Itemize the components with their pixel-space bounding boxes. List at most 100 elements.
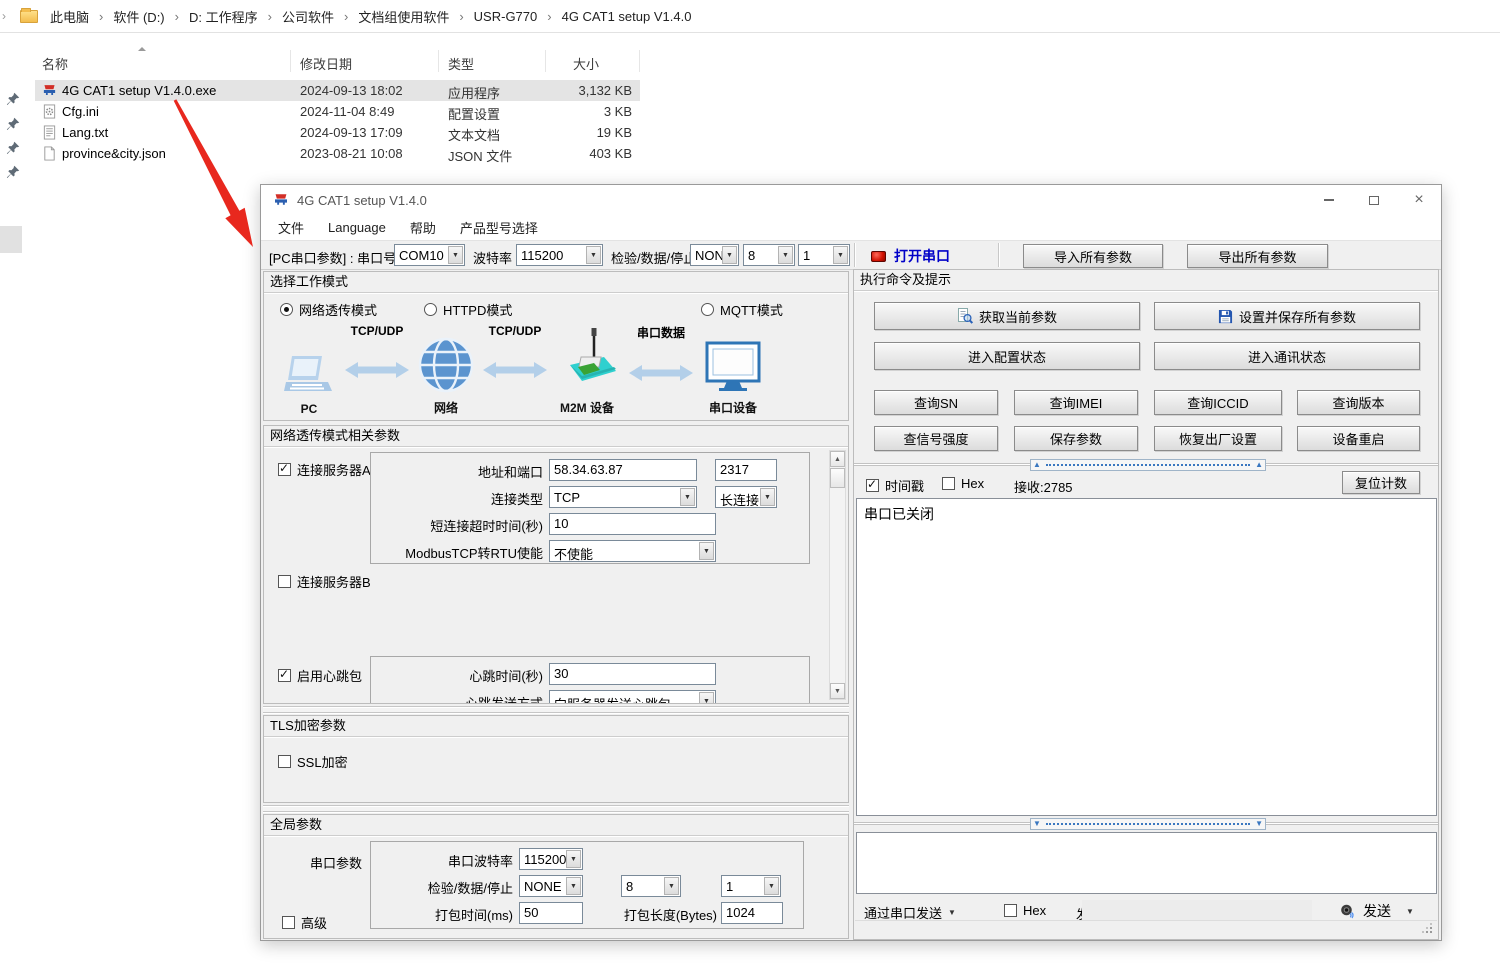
hex-send-checkbox[interactable]: Hex <box>1004 903 1046 918</box>
send-area[interactable] <box>856 832 1437 894</box>
checkbox-checked-icon[interactable] <box>278 669 291 682</box>
parity-select[interactable]: NONI▼ <box>690 244 739 266</box>
column-header-date[interactable]: 修改日期 <box>300 54 352 73</box>
params-scrollbar[interactable]: ▲ ▼ <box>829 450 846 700</box>
server-a-checkbox[interactable]: 连接服务器A <box>278 460 371 479</box>
conn-mode-select[interactable]: 长连接▼ <box>715 486 777 508</box>
heartbeat-time-input[interactable]: 30 <box>549 663 716 685</box>
ssl-checkbox[interactable]: SSL加密 <box>278 752 348 771</box>
heartbeat-checkbox[interactable]: 启用心跳包 <box>278 666 362 685</box>
query-iccid-button[interactable]: 查询ICCID <box>1154 390 1282 415</box>
file-row-txt[interactable]: Lang.txt 2024-09-13 17:09 文本文档 19 KB <box>35 122 640 143</box>
lower-splitter-handle[interactable]: ▼▼ <box>1030 818 1266 830</box>
device-restart-button[interactable]: 设备重启 <box>1297 426 1420 451</box>
breadcrumb-item[interactable]: 此电脑 <box>50 7 89 26</box>
g-parity-select[interactable]: NONE▼ <box>519 875 583 897</box>
column-divider[interactable] <box>639 50 640 72</box>
receive-area[interactable]: 串口已关闭 <box>856 498 1437 816</box>
file-row-exe[interactable]: 4G CAT1 setup V1.4.0.exe 2024-09-13 18:0… <box>35 80 640 101</box>
chevron-down-icon[interactable]: ▼ <box>566 850 581 868</box>
nav-chevron-icon[interactable]: › <box>2 9 6 23</box>
menu-help[interactable]: 帮助 <box>410 218 436 237</box>
radio-httpd-mode[interactable]: HTTPD模式 <box>424 300 512 319</box>
modbus-select[interactable]: 不使能▼ <box>549 540 716 562</box>
checkbox-checked-icon[interactable] <box>278 463 291 476</box>
chevron-down-icon[interactable]: ▼ <box>566 877 581 895</box>
scrollbar-thumb[interactable] <box>830 468 845 488</box>
checkbox-unchecked-icon[interactable] <box>942 477 955 490</box>
title-bar[interactable]: 4G CAT1 setup V1.4.0 × <box>261 185 1441 215</box>
conn-type-select[interactable]: TCP▼ <box>549 486 697 508</box>
pushpin-icon[interactable] <box>6 92 20 106</box>
checkbox-checked-icon[interactable] <box>866 479 879 492</box>
triangle-up-icon[interactable]: ▲ <box>1253 461 1265 469</box>
radio-off-icon[interactable] <box>424 303 437 316</box>
checkbox-unchecked-icon[interactable] <box>278 755 291 768</box>
radio-on-icon[interactable] <box>280 303 293 316</box>
resize-grip[interactable] <box>1430 931 1432 933</box>
minimize-button[interactable] <box>1309 185 1349 215</box>
com-port-select[interactable]: COM10▼ <box>394 244 465 266</box>
column-divider[interactable] <box>545 50 546 72</box>
get-params-button[interactable]: 获取当前参数 <box>874 302 1140 330</box>
triangle-down-icon[interactable]: ▼ <box>1031 820 1043 828</box>
horizontal-splitter[interactable] <box>263 706 849 713</box>
query-imei-button[interactable]: 查询IMEI <box>1014 390 1138 415</box>
menu-language[interactable]: Language <box>328 220 386 235</box>
factory-reset-button[interactable]: 恢复出厂设置 <box>1154 426 1282 451</box>
open-serial-button[interactable]: 打开串口 <box>859 244 993 268</box>
breadcrumb-item[interactable]: D: 工作程序 <box>189 7 258 26</box>
column-header-name[interactable]: 名称 <box>42 54 68 73</box>
pack-time-input[interactable]: 50 <box>519 902 583 924</box>
enter-config-button[interactable]: 进入配置状态 <box>874 342 1140 370</box>
query-version-button[interactable]: 查询版本 <box>1297 390 1420 415</box>
reset-count-button[interactable]: 复位计数 <box>1342 471 1420 494</box>
scroll-up-icon[interactable]: ▲ <box>830 451 845 467</box>
g-databits-select[interactable]: 8▼ <box>621 875 681 897</box>
hex-recv-checkbox[interactable]: Hex <box>942 476 984 491</box>
chevron-down-icon[interactable]: ▼ <box>833 246 848 264</box>
radio-mqtt-mode[interactable]: MQTT模式 <box>701 300 783 319</box>
enter-comm-button[interactable]: 进入通讯状态 <box>1154 342 1420 370</box>
column-header-type[interactable]: 类型 <box>448 54 474 73</box>
chevron-down-icon[interactable]: ▼ <box>760 488 775 506</box>
server-port-input[interactable]: 2317 <box>715 459 777 481</box>
menu-file[interactable]: 文件 <box>278 218 304 237</box>
upper-splitter-handle[interactable]: ▲▲ <box>1030 459 1266 471</box>
chevron-down-icon[interactable]: ▼ <box>764 877 779 895</box>
triangle-down-icon[interactable]: ▼ <box>1253 820 1265 828</box>
checkbox-unchecked-icon[interactable] <box>1004 904 1017 917</box>
breadcrumb-item[interactable]: 公司软件 <box>282 7 334 26</box>
chevron-down-icon[interactable]: ▼ <box>722 246 737 264</box>
query-signal-button[interactable]: 查信号强度 <box>874 426 998 451</box>
timestamp-checkbox[interactable]: 时间戳 <box>866 476 924 495</box>
maximize-button[interactable] <box>1354 185 1394 215</box>
heartbeat-mode-select[interactable]: 向服务器发送心跳包▼ <box>549 690 716 704</box>
horizontal-splitter[interactable] <box>263 805 849 812</box>
databits-select[interactable]: 8▼ <box>743 244 795 266</box>
file-row-ini[interactable]: Cfg.ini 2024-11-04 8:49 配置设置 3 KB <box>35 101 640 122</box>
pushpin-icon[interactable] <box>6 141 20 155</box>
chevron-down-icon[interactable]: ▼ <box>778 246 793 264</box>
checkbox-unchecked-icon[interactable] <box>278 575 291 588</box>
save-params-button[interactable]: 保存参数 <box>1014 426 1138 451</box>
chevron-down-icon[interactable]: ▼ <box>699 692 714 704</box>
set-save-params-button[interactable]: 设置并保存所有参数 <box>1154 302 1420 330</box>
breadcrumb-item[interactable]: 4G CAT1 setup V1.4.0 <box>562 9 692 24</box>
chevron-down-icon[interactable]: ▼ <box>1406 907 1414 916</box>
g-stopbits-select[interactable]: 1▼ <box>721 875 781 897</box>
chevron-down-icon[interactable]: ▼ <box>448 246 463 264</box>
import-all-button[interactable]: 导入所有参数 <box>1023 244 1163 268</box>
menu-product-select[interactable]: 产品型号选择 <box>460 218 538 237</box>
breadcrumb-item[interactable]: USR-G770 <box>474 9 538 24</box>
chevron-down-icon[interactable]: ▼ <box>664 877 679 895</box>
chevron-down-icon[interactable]: ▼ <box>699 542 714 560</box>
chevron-down-icon[interactable]: ▼ <box>586 246 601 264</box>
column-divider[interactable] <box>290 50 291 72</box>
pack-len-input[interactable]: 1024 <box>721 902 783 924</box>
server-address-input[interactable]: 58.34.63.87 <box>549 459 697 481</box>
chevron-down-icon[interactable]: ▼ <box>680 488 695 506</box>
breadcrumb-item[interactable]: 软件 (D:) <box>113 7 164 26</box>
breadcrumb-item[interactable]: 文档组使用软件 <box>358 7 449 26</box>
server-b-checkbox[interactable]: 连接服务器B <box>278 572 371 591</box>
